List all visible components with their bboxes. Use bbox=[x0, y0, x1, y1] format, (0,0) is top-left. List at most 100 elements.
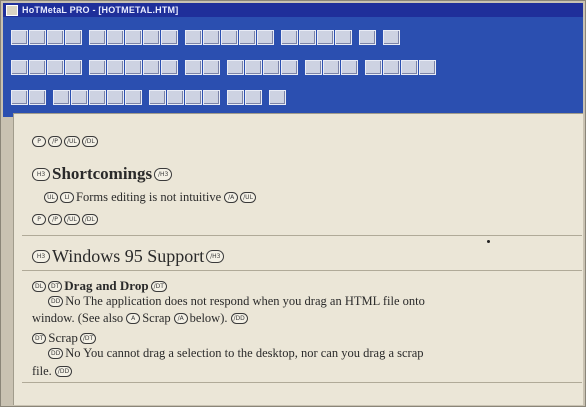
insert-element-button[interactable] bbox=[185, 30, 202, 45]
tag-ul-close[interactable]: /UL bbox=[64, 136, 80, 147]
tag-dd-open[interactable]: DD bbox=[48, 296, 64, 307]
tag-h3-open-2[interactable]: H3 bbox=[32, 250, 50, 263]
list-item-button[interactable] bbox=[245, 60, 262, 75]
tag-p-close-2[interactable]: /P bbox=[48, 214, 62, 225]
title-bar[interactable]: HoTMetaL PRO - [HOTMETAL.HTM] bbox=[3, 3, 583, 17]
line-break-button[interactable] bbox=[107, 60, 124, 75]
help-button[interactable] bbox=[383, 30, 400, 45]
shortcoming-item-line: UL LI Forms editing is not intuitive /A … bbox=[44, 190, 258, 205]
open-file-button[interactable] bbox=[29, 30, 46, 45]
cursor-dot bbox=[487, 240, 490, 243]
definition-term-button[interactable] bbox=[263, 60, 280, 75]
heading-1-button[interactable] bbox=[11, 60, 28, 75]
drag-drop-link[interactable]: Scrap bbox=[142, 311, 170, 326]
heading-2-button[interactable] bbox=[29, 60, 46, 75]
hotmetal-window: HoTMetaL PRO - [HOTMETAL.HTM] P /P /UL /… bbox=[0, 0, 586, 407]
definition-desc-button[interactable] bbox=[281, 60, 298, 75]
delete-element-button[interactable] bbox=[335, 30, 352, 45]
divider-1 bbox=[22, 235, 582, 236]
tag-dd-close[interactable]: /DD bbox=[230, 313, 248, 324]
input-button[interactable] bbox=[383, 60, 400, 75]
undo-button[interactable] bbox=[143, 30, 160, 45]
kbd-button[interactable] bbox=[125, 90, 142, 105]
show-tags-button[interactable] bbox=[29, 90, 46, 105]
scrap-label: Scrap bbox=[48, 330, 78, 345]
scrap-text-1: No You cannot drag a selection to the de… bbox=[65, 346, 424, 360]
save-file-button[interactable] bbox=[47, 30, 64, 45]
style-button[interactable] bbox=[11, 90, 28, 105]
ordered-list-button[interactable] bbox=[203, 60, 220, 75]
tag-dd-close-2[interactable]: /DD bbox=[54, 366, 73, 377]
tag-a-open[interactable]: A bbox=[126, 313, 141, 324]
change-element-button[interactable] bbox=[203, 30, 220, 45]
tag-li-open[interactable]: LI bbox=[60, 192, 74, 203]
insert-image-button[interactable] bbox=[281, 30, 298, 45]
code-button[interactable] bbox=[89, 90, 106, 105]
bold-button[interactable] bbox=[143, 60, 160, 75]
cut-button[interactable] bbox=[89, 30, 106, 45]
strong-button[interactable] bbox=[71, 90, 88, 105]
align-left-button[interactable] bbox=[239, 30, 256, 45]
definition-list-button[interactable] bbox=[227, 60, 244, 75]
new-document-button[interactable] bbox=[11, 30, 28, 45]
tag-ul-close-2[interactable]: /UL bbox=[240, 192, 256, 203]
preview-button[interactable] bbox=[359, 30, 376, 45]
tag-h3-close[interactable]: /H3 bbox=[154, 167, 173, 181]
address-button[interactable] bbox=[341, 60, 358, 75]
document-area[interactable]: P /P /UL /DL H3 Shortcomings /H3 UL LI F… bbox=[13, 113, 583, 405]
edit-attributes-button[interactable] bbox=[221, 30, 238, 45]
heading-3-button[interactable] bbox=[47, 60, 64, 75]
tag-dt-open[interactable]: DT bbox=[48, 280, 63, 292]
heading-4-button[interactable] bbox=[65, 60, 82, 75]
comment-button[interactable] bbox=[203, 90, 220, 105]
textarea-button[interactable] bbox=[401, 60, 418, 75]
validate-button[interactable] bbox=[245, 90, 262, 105]
insert-table-button[interactable] bbox=[299, 30, 316, 45]
tag-p-close[interactable]: /P bbox=[48, 136, 62, 147]
tag-h3-open[interactable]: H3 bbox=[32, 167, 50, 181]
cite-button[interactable] bbox=[107, 90, 124, 105]
scrap-desc-line-1: DD No You cannot drag a selection to the… bbox=[48, 346, 424, 361]
tag-h3-close-2[interactable]: /H3 bbox=[206, 250, 225, 263]
toolbar-row-2 bbox=[11, 60, 437, 76]
tag-dl-close-2[interactable]: /DL bbox=[81, 214, 98, 225]
redo-button[interactable] bbox=[161, 30, 178, 45]
tag-dl-close[interactable]: /DL bbox=[81, 136, 98, 147]
anchor-button[interactable] bbox=[149, 90, 166, 105]
tag-p-open[interactable]: P bbox=[32, 136, 46, 147]
em-button[interactable] bbox=[53, 90, 70, 105]
horizontal-rule-button[interactable] bbox=[125, 60, 142, 75]
tag-a-close[interactable]: /A bbox=[224, 192, 239, 203]
entity-button[interactable] bbox=[185, 90, 202, 105]
copy-button[interactable] bbox=[107, 30, 124, 45]
tag-dt-close-2[interactable]: /DT bbox=[79, 332, 97, 344]
spell-check-button[interactable] bbox=[227, 90, 244, 105]
select-button[interactable] bbox=[419, 60, 436, 75]
paragraph-button[interactable] bbox=[89, 60, 106, 75]
unordered-list-button[interactable] bbox=[185, 60, 202, 75]
clipped-tag-line bbox=[32, 114, 48, 125]
paste-button[interactable] bbox=[125, 30, 142, 45]
tag-dt-open-2[interactable]: DT bbox=[32, 332, 47, 344]
print-button[interactable] bbox=[65, 30, 82, 45]
tag-a-close-2[interactable]: /A bbox=[173, 313, 188, 324]
tag-ul-open[interactable]: UL bbox=[44, 192, 58, 203]
insert-link-button[interactable] bbox=[317, 30, 334, 45]
tag-ul-close-3[interactable]: /UL bbox=[64, 214, 80, 225]
scrap-desc-line-2: file. /DD bbox=[32, 364, 74, 379]
publish-button[interactable] bbox=[269, 90, 286, 105]
app-icon[interactable] bbox=[6, 4, 18, 16]
tag-p-open-2[interactable]: P bbox=[32, 214, 46, 225]
drag-drop-desc-line-1: DD No The application does not respond w… bbox=[48, 294, 425, 309]
preformatted-button[interactable] bbox=[323, 60, 340, 75]
tag-dt-close[interactable]: /DT bbox=[150, 280, 167, 292]
form-button[interactable] bbox=[365, 60, 382, 75]
tag-dd-open-2[interactable]: DD bbox=[48, 348, 64, 359]
image-tag-button[interactable] bbox=[167, 90, 184, 105]
blockquote-button[interactable] bbox=[305, 60, 322, 75]
windows95-heading-line: H3 Windows 95 Support /H3 bbox=[32, 246, 226, 267]
drag-drop-line: DL DT Drag and Drop /DT bbox=[32, 278, 169, 294]
tag-dl-open[interactable]: DL bbox=[32, 280, 46, 292]
align-center-button[interactable] bbox=[257, 30, 274, 45]
italic-button[interactable] bbox=[161, 60, 178, 75]
